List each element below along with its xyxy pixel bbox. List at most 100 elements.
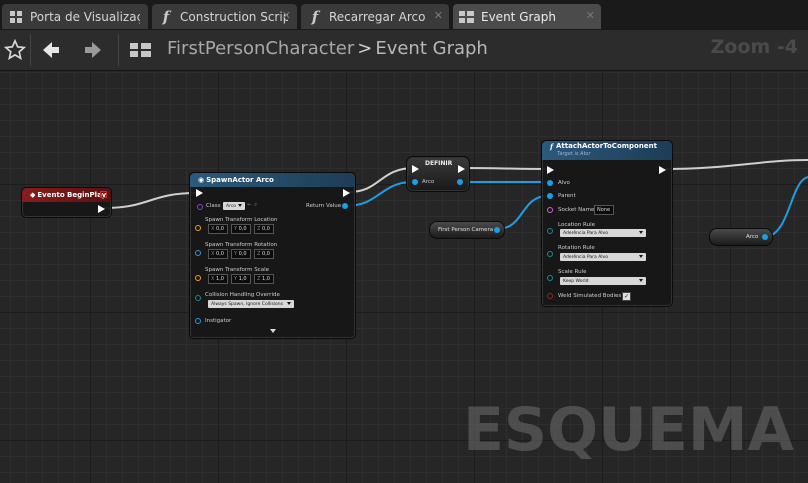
scale-rule-label: Scale Rule [558,269,587,275]
return-value-pin[interactable] [342,203,348,209]
back-button[interactable] [36,35,66,65]
scale-rule-dropdown[interactable]: Keep World [560,277,646,285]
weld-label: Weld Simulated Bodies [558,293,622,299]
arco-output-pin[interactable] [457,179,463,185]
location-rule-value: Aderência Para Alvo [563,230,608,236]
location-y-field[interactable]: Y 0,0 [231,224,251,234]
breadcrumb-separator: > [357,38,373,59]
node-title: Evento BeginPlay [37,191,107,199]
arco-getter[interactable]: Arco [709,228,773,246]
tab-viewport[interactable]: Porta de Visualizaç [2,4,148,29]
arrow-left-icon [43,42,59,58]
close-icon[interactable]: ✕ [586,9,595,22]
function-icon: f [311,7,319,26]
exec-output-pin[interactable] [98,205,105,213]
attach-actor-node[interactable]: f AttachActorToComponent Target is Ator … [541,140,673,307]
weld-pin[interactable] [547,293,553,299]
rotation-x-field[interactable]: X 0,0 [208,249,228,259]
return-value-label: Return Value [306,203,342,209]
scale-pin[interactable] [195,275,201,281]
exec-wire [663,159,808,170]
rotation-z-field[interactable]: Z 0,0 [254,249,274,259]
arco-output-pin[interactable] [762,234,768,240]
viewport-grid-icon [8,9,24,25]
alvo-label: Alvo [558,180,570,186]
exec-output-pin[interactable] [458,165,465,173]
graph-canvas[interactable]: ◆ Evento BeginPlay ◉ SpawnActor Arco Cla… [0,71,808,483]
forward-button[interactable] [78,35,108,65]
expand-arrow-icon[interactable] [270,329,276,333]
close-icon[interactable]: ✕ [434,9,443,22]
getter-label: First Person Camera [438,227,494,233]
spawn-icon: ◉ [198,176,205,184]
exec-input-pin[interactable] [196,189,203,197]
rotation-y-field[interactable]: Y 0,0 [231,249,251,259]
tab-recarregar-arco[interactable]: f Recarregar Arco ✕ [301,4,449,29]
class-pin[interactable] [197,204,203,210]
zoom-level: Zoom -4 [710,36,798,58]
location-z-field[interactable]: Z 0,0 [254,224,274,234]
location-rule-dropdown[interactable]: Aderência Para Alvo [560,229,646,237]
scale-rule-value: Keep World [563,278,589,284]
exec-output-pin[interactable] [343,189,350,197]
instigator-pin[interactable] [195,318,201,324]
close-icon[interactable]: ✕ [282,9,291,22]
exec-output-pin[interactable] [659,166,666,174]
exec-wire [461,167,550,170]
breadcrumb-current: Event Graph [375,38,488,59]
spawn-actor-node[interactable]: ◉ SpawnActor Arco Class Arco ← ⌕ Return … [189,172,356,339]
tab-bar: Porta de Visualizaç f Construction Scrip… [0,0,808,30]
class-value: Arco [226,203,237,209]
camera-output-pin[interactable] [494,227,500,233]
blueprint-graph-icon [126,35,156,65]
node-title: AttachActorToComponent [556,142,657,150]
breadcrumb: FirstPersonCharacter > Event Graph [167,38,488,59]
rotation-rule-value: Aderência Para Alvo [563,254,608,260]
class-dropdown[interactable]: Arco [223,202,245,210]
arrow-right-icon [85,42,101,58]
browse-icon[interactable]: ⌕ [254,202,257,209]
arco-input-pin[interactable] [412,179,418,185]
weld-checkbox[interactable]: ✓ [622,292,631,301]
first-person-camera-getter[interactable]: First Person Camera [429,221,505,239]
collision-label: Collision Handling Override [205,292,280,298]
scale-z-field[interactable]: Z 1,0 [254,274,274,284]
scale-label: Spawn Transform Scale [205,267,269,273]
scale-rule-pin[interactable] [547,275,553,281]
rotation-rule-dropdown[interactable]: Aderência Para Alvo [560,253,646,261]
tab-label: Construction Scrip [180,9,288,24]
event-beginplay-node[interactable]: ◆ Evento BeginPlay [21,187,112,218]
location-x-field[interactable]: X 0,0 [208,224,228,234]
scale-y-field[interactable]: Y 1,0 [231,274,251,284]
event-graph-grid-icon [459,9,475,25]
rotation-rule-pin[interactable] [547,251,553,257]
tab-construction-script[interactable]: f Construction Scrip ✕ [152,4,297,29]
tab-event-graph[interactable]: Event Graph ✕ [453,4,601,29]
delegate-pin-icon[interactable] [100,191,107,198]
node-subtitle: Target is Ator [557,151,591,157]
use-selected-icon[interactable]: ← [247,202,252,208]
set-variable-node[interactable]: DEFINIR Arco [406,156,470,192]
location-rule-pin[interactable] [547,228,553,234]
socket-name-field[interactable]: None [594,205,614,215]
collision-dropdown[interactable]: Always Spawn, Ignore Collisions [208,300,294,308]
location-rule-label: Location Rule [558,222,595,228]
location-pin[interactable] [195,225,201,231]
breadcrumb-root[interactable]: FirstPersonCharacter [167,38,354,59]
parent-pin[interactable] [547,193,553,199]
instigator-label: Instigator [205,318,232,324]
tab-label: Recarregar Arco [329,9,426,24]
rotation-rule-label: Rotation Rule [558,245,595,251]
blueprint-watermark: ESQUEMA [462,395,794,465]
collision-pin[interactable] [195,295,201,301]
alvo-pin[interactable] [547,180,553,186]
tab-label: Event Graph [481,9,556,24]
favorite-button[interactable] [0,35,30,65]
exec-input-pin[interactable] [412,165,419,173]
function-icon: f [162,7,170,26]
node-title: DEFINIR [425,160,453,167]
exec-input-pin[interactable] [547,166,554,174]
socket-pin[interactable] [547,207,553,213]
scale-x-field[interactable]: X 1,0 [208,274,228,284]
rotation-pin[interactable] [195,250,201,256]
